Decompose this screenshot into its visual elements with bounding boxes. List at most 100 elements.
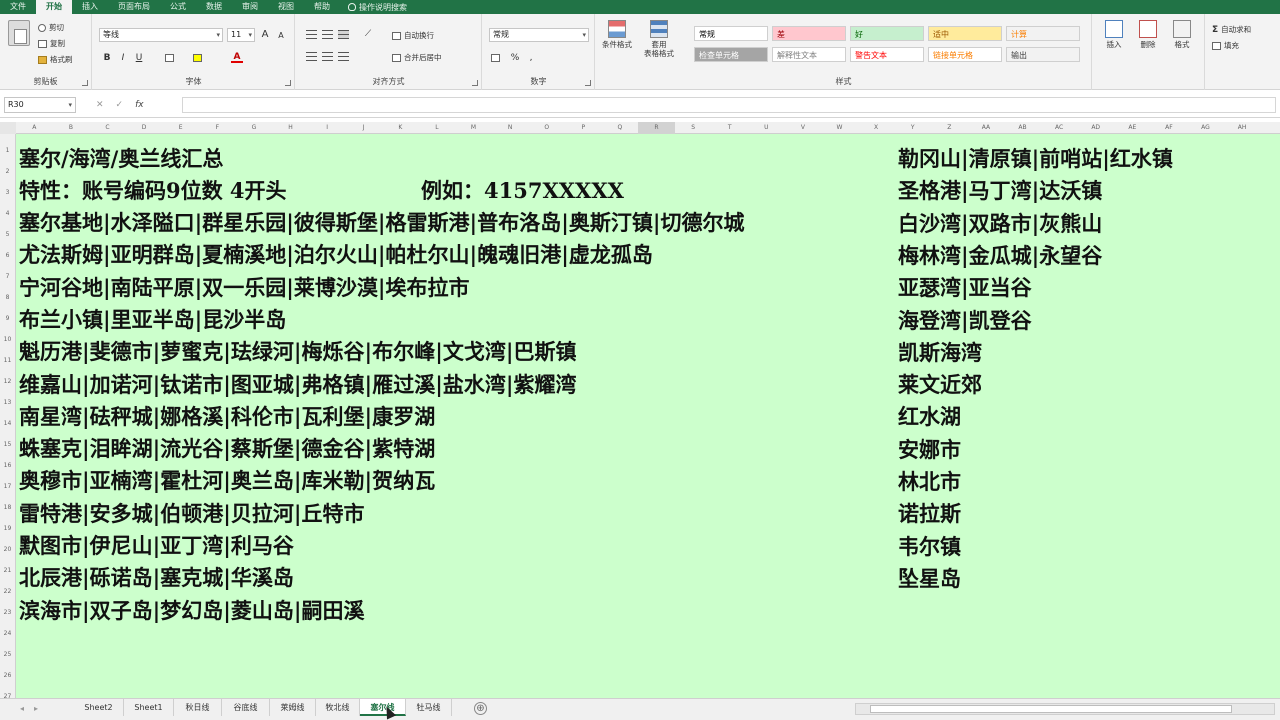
row-header[interactable]: 3 (0, 182, 15, 203)
zone-line-left[interactable]: 蛛塞克|泪眸湖|流光谷|蔡斯堡|德金谷|紫特湖 (19, 434, 435, 464)
row-header[interactable]: 17 (0, 476, 15, 497)
cell-style-7[interactable]: 警告文本 (850, 47, 924, 62)
cell-style-6[interactable]: 解释性文本 (772, 47, 846, 62)
row-header[interactable]: 23 (0, 602, 15, 623)
copy-button[interactable]: 复制 (38, 38, 65, 49)
orientation-icon[interactable]: ⟋ (362, 28, 374, 40)
column-header[interactable]: E (162, 122, 199, 134)
column-header[interactable]: X (858, 122, 895, 134)
zone-line-right[interactable]: 圣格港|马丁湾|达沃镇 (898, 176, 1102, 206)
column-header[interactable]: I (309, 122, 346, 134)
row-header[interactable]: 10 (0, 329, 15, 350)
menu-tab-7[interactable]: 视图 (268, 0, 304, 14)
column-header[interactable]: S (675, 122, 712, 134)
column-header[interactable]: AC (1041, 122, 1078, 134)
menu-tab-1[interactable]: 开始 (36, 0, 72, 14)
percent-button[interactable]: % (509, 52, 521, 64)
currency-icon[interactable] (491, 54, 500, 62)
column-header[interactable]: A (16, 122, 53, 134)
alignment-launcher-icon[interactable] (472, 80, 478, 86)
menu-tab-6[interactable]: 审阅 (232, 0, 268, 14)
menu-tab-5[interactable]: 数据 (196, 0, 232, 14)
row-header[interactable]: 16 (0, 455, 15, 476)
format-as-table-button[interactable]: 套用 表格格式 (642, 20, 676, 58)
fx-button[interactable]: fx (135, 97, 144, 113)
number-format-dropdown[interactable]: 常规 (489, 28, 589, 42)
column-header[interactable]: AB (1004, 122, 1041, 134)
column-header[interactable]: AG (1187, 122, 1224, 134)
formula-input[interactable] (182, 97, 1276, 113)
column-header[interactable]: V (785, 122, 822, 134)
row-header[interactable]: 15 (0, 434, 15, 455)
paste-icon[interactable] (8, 20, 30, 46)
row-header[interactable]: 20 (0, 539, 15, 560)
row-header[interactable]: 6 (0, 245, 15, 266)
align-top-icon[interactable] (306, 30, 317, 39)
column-header[interactable]: M (455, 122, 492, 134)
zone-line-left[interactable]: 魁历港|斐德市|萝蜜克|珐绿河|梅烁谷|布尔峰|文戈湾|巴斯镇 (19, 337, 576, 367)
fill-button[interactable]: 填充 (1212, 40, 1239, 51)
row-header[interactable]: 22 (0, 581, 15, 602)
cell-style-1[interactable]: 差 (772, 26, 846, 41)
column-header[interactable]: T (711, 122, 748, 134)
font-name-dropdown[interactable]: 等线 (99, 28, 223, 42)
sheet-tab-4[interactable]: 莱姆线 (270, 699, 316, 716)
column-header[interactable]: F (199, 122, 236, 134)
cell-style-3[interactable]: 适中 (928, 26, 1002, 41)
feature-text[interactable]: 特性：账号编码9位数 4开头 (19, 176, 287, 206)
zone-line-left[interactable]: 布兰小镇|里亚半岛|昆沙半岛 (19, 305, 286, 335)
tell-me-search[interactable]: 操作说明搜索 (340, 2, 407, 13)
column-header[interactable]: AH (1224, 122, 1261, 134)
column-header[interactable]: B (53, 122, 90, 134)
delete-button[interactable]: 删除 (1131, 20, 1165, 49)
column-header[interactable]: N (492, 122, 529, 134)
row-header[interactable]: 11 (0, 350, 15, 371)
border-icon[interactable] (165, 54, 174, 62)
column-header[interactable]: W (821, 122, 858, 134)
sheet-nav-arrows[interactable]: ◂▸ (20, 704, 48, 713)
cell-style-4[interactable]: 计算 (1006, 26, 1080, 41)
menu-tab-3[interactable]: 页面布局 (108, 0, 160, 14)
fill-color-icon[interactable] (193, 54, 202, 62)
wrap-text-button[interactable]: 自动换行 (392, 30, 434, 41)
zone-line-right[interactable]: 白沙湾|双路市|灰熊山 (898, 209, 1102, 239)
row-header[interactable]: 9 (0, 308, 15, 329)
row-header[interactable]: 8 (0, 287, 15, 308)
column-header[interactable]: Z (931, 122, 968, 134)
zone-line-left[interactable]: 尤法斯姆|亚明群岛|夏楠溪地|泊尔火山|帕杜尔山|魄魂旧港|虚龙孤岛 (19, 240, 653, 270)
column-header[interactable]: L (419, 122, 456, 134)
zone-line-left[interactable]: 奥穆市|亚楠湾|霍杜河|奥兰岛|库米勒|贺纳瓦 (19, 466, 435, 496)
row-header[interactable]: 1 (0, 140, 15, 161)
shrink-font-button[interactable]: A (275, 30, 287, 42)
cell-style-2[interactable]: 好 (850, 26, 924, 41)
scrollbar-thumb[interactable] (870, 705, 1232, 713)
column-header[interactable]: Q (602, 122, 639, 134)
worksheet-grid[interactable]: 塞尔/海湾/奥兰线汇总 特性：账号编码9位数 4开头 例如：4157XXXXX … (16, 134, 1280, 698)
menu-tab-2[interactable]: 插入 (72, 0, 108, 14)
format-painter-button[interactable]: 格式刷 (38, 54, 73, 65)
row-header[interactable]: 2 (0, 161, 15, 182)
zone-line-left[interactable]: 南星湾|砝秤城|娜格溪|科伦市|瓦利堡|康罗湖 (19, 402, 435, 432)
cut-button[interactable]: 剪切 (38, 22, 64, 33)
column-header[interactable]: AE (1114, 122, 1151, 134)
column-header[interactable]: AD (1077, 122, 1114, 134)
cell-style-8[interactable]: 链接单元格 (928, 47, 1002, 62)
zone-line-right[interactable]: 安娜市 (898, 435, 961, 465)
font-size-dropdown[interactable]: 11 (227, 28, 255, 42)
confirm-icon[interactable]: ✓ (116, 97, 124, 113)
row-header[interactable]: 24 (0, 623, 15, 644)
zone-line-left[interactable]: 北辰港|砾诺岛|塞克城|华溪岛 (19, 563, 294, 593)
number-launcher-icon[interactable] (585, 80, 591, 86)
merge-center-button[interactable]: 合并后居中 (392, 52, 442, 63)
zone-line-right[interactable]: 诺拉斯 (898, 499, 961, 529)
insert-button[interactable]: 插入 (1097, 20, 1131, 49)
conditional-format-button[interactable]: 条件格式 (600, 20, 634, 49)
align-middle-icon[interactable] (322, 30, 333, 39)
horizontal-scrollbar[interactable] (855, 703, 1275, 715)
row-header[interactable]: 18 (0, 497, 15, 518)
menu-tab-8[interactable]: 帮助 (304, 0, 340, 14)
row-header[interactable]: 13 (0, 392, 15, 413)
zone-line-right[interactable]: 林北市 (898, 467, 961, 497)
column-header[interactable]: K (382, 122, 419, 134)
column-header[interactable]: AA (968, 122, 1005, 134)
